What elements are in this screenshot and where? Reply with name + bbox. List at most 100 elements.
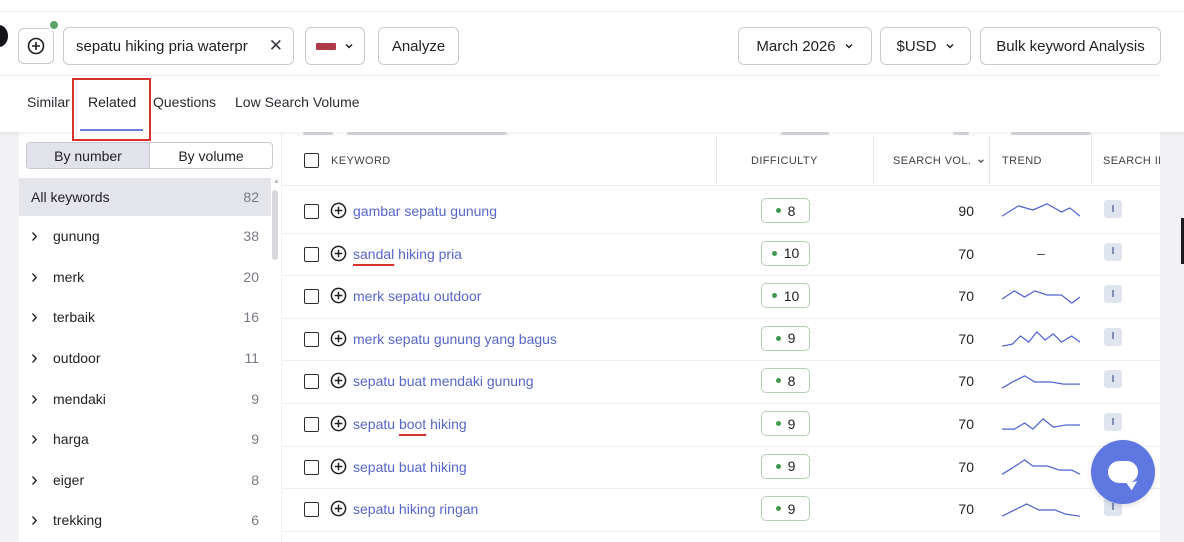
chevron-right-icon[interactable]: › [31, 348, 53, 368]
row-checkbox[interactable] [304, 459, 319, 475]
row-checkbox[interactable] [304, 374, 319, 390]
tab-similar[interactable]: Similar [27, 94, 70, 110]
row-checkbox[interactable] [304, 331, 319, 347]
chevron-down-icon [945, 43, 954, 49]
country-dropdown[interactable] [305, 27, 365, 65]
keyword-group-item[interactable]: › merk 20 [19, 257, 271, 298]
table-row[interactable]: merk sepatu outdoor 10 70 I [282, 276, 1160, 319]
column-divider [989, 136, 990, 185]
keyword-link[interactable]: merk sepatu outdoor [353, 288, 481, 304]
chevron-right-icon[interactable]: › [31, 307, 53, 327]
group-label: harga [53, 431, 89, 448]
status-dot [48, 19, 60, 31]
analyze-button[interactable]: Analyze [378, 27, 459, 65]
chevron-right-icon[interactable]: › [31, 389, 53, 409]
column-keyword[interactable]: KEYWORD [331, 136, 391, 185]
column-difficulty[interactable]: DIFFICULTY [751, 136, 818, 185]
currency-dropdown[interactable]: $USD [880, 27, 971, 65]
chevron-down-icon [845, 43, 853, 49]
column-search-intent[interactable]: SEARCH IN [1103, 136, 1167, 185]
table-row[interactable]: sepatu boot hiking 9 70 I [282, 404, 1160, 447]
group-label: gunung [53, 228, 100, 245]
keyword-group-item[interactable]: › harga 9 [19, 419, 271, 460]
difficulty-value: 9 [787, 330, 796, 347]
group-count: 6 [251, 512, 259, 529]
difficulty-value: 9 [787, 458, 796, 475]
header-divider [282, 185, 1160, 186]
keyword-link[interactable]: sepatu buat hiking [353, 459, 467, 475]
sort-by-number-option[interactable]: By number [27, 143, 149, 168]
keyword-group-item[interactable]: › terbaik 16 [19, 297, 271, 338]
table-row[interactable]: sepatu buat hiking970I [282, 447, 1160, 490]
tab-low-search-volume[interactable]: Low Search Volume [235, 94, 360, 110]
group-label: outdoor [53, 350, 101, 367]
group-all-keywords[interactable]: All keywords 82 [19, 178, 271, 216]
chevron-right-icon[interactable]: › [31, 429, 53, 449]
column-search-volume[interactable]: SEARCH VOL. [893, 136, 985, 185]
keyword-link[interactable]: sepatu hiking ringan [353, 501, 478, 517]
add-to-list-icon[interactable] [330, 372, 347, 389]
table-row[interactable]: sandal hiking pria 10 70 – I [282, 234, 1160, 277]
keyword-group-item[interactable]: › trekking 6 [19, 500, 271, 541]
tab-questions[interactable]: Questions [153, 94, 216, 110]
chat-bubble-icon [1108, 461, 1138, 483]
right-gutter [1160, 132, 1184, 542]
keyword-link[interactable]: sepatu boot hiking [353, 416, 467, 432]
column-trend[interactable]: TREND [1002, 136, 1042, 185]
chevron-right-icon[interactable]: › [31, 470, 53, 490]
table-row[interactable]: gambar sepatu gunung 8 90 I [282, 191, 1160, 234]
keyword-group-item[interactable]: › mendaki 9 [19, 378, 271, 419]
month-label: March 2026 [756, 37, 836, 55]
month-dropdown[interactable]: March 2026 [738, 27, 872, 65]
add-keyword-button[interactable] [18, 28, 54, 64]
add-to-list-icon[interactable] [330, 287, 347, 304]
sidebar-scrollbar[interactable] [272, 190, 278, 260]
group-count: 38 [243, 228, 259, 245]
close-icon[interactable]: ✕ [269, 36, 283, 56]
keyword-link[interactable]: merk sepatu gunung yang bagus [353, 331, 557, 347]
table-row[interactable]: sepatu hiking ringan 9 70 I [282, 489, 1160, 532]
add-to-list-icon[interactable] [330, 330, 347, 347]
group-label: mendaki [53, 390, 106, 407]
search-input-value[interactable]: sepatu hiking pria waterpr [76, 38, 263, 55]
keyword-group-item[interactable]: › outdoor 11 [19, 338, 271, 379]
keyword-link[interactable]: sepatu buat mendaki gunung [353, 373, 534, 389]
select-all-checkbox[interactable] [304, 153, 319, 168]
chevron-right-icon[interactable]: › [31, 510, 53, 530]
group-sort-toggle: By number By volume [26, 142, 273, 169]
row-checkbox[interactable] [304, 204, 319, 219]
add-to-list-icon[interactable] [330, 202, 347, 219]
keyword-group-item[interactable]: › eiger 8 [19, 460, 271, 501]
keyword-group-item[interactable]: › gunung 38 [19, 216, 271, 257]
row-checkbox[interactable] [304, 289, 319, 305]
table-header: KEYWORD DIFFICULTY SEARCH VOL. TREND SEA… [282, 136, 1166, 185]
keyword-link[interactable]: sandal hiking pria [353, 246, 462, 262]
add-to-list-icon[interactable] [330, 500, 347, 517]
search-volume-value: 70 [958, 373, 974, 390]
table-row[interactable]: sepatu buat mendaki gunung 8 70 I [282, 361, 1160, 404]
intent-badge: I [1104, 327, 1122, 346]
chevron-right-icon[interactable]: › [31, 267, 53, 287]
bulk-analysis-button[interactable]: Bulk keyword Analysis [980, 27, 1161, 65]
chevron-right-icon[interactable]: › [31, 226, 53, 246]
add-to-list-icon[interactable] [330, 458, 347, 475]
group-count: 20 [243, 268, 259, 285]
row-checkbox[interactable] [304, 502, 319, 518]
sort-by-volume-option[interactable]: By volume [149, 143, 272, 168]
difficulty-value: 8 [787, 372, 796, 389]
difficulty-dot-icon [775, 378, 781, 384]
search-volume-value: 90 [958, 203, 974, 219]
difficulty-dot-icon [775, 335, 781, 341]
trend-sparkline [1001, 203, 1081, 217]
trend-sparkline [1001, 375, 1080, 390]
chat-support-button[interactable] [1091, 440, 1155, 504]
table-row[interactable]: merk sepatu gunung yang bagus 9 70 I [282, 319, 1160, 362]
scroll-up-icon[interactable]: ▲ [273, 178, 280, 185]
row-checkbox[interactable] [304, 417, 319, 432]
add-to-list-icon[interactable] [330, 245, 347, 262]
row-checkbox[interactable] [304, 246, 319, 262]
search-volume-value: 70 [958, 416, 974, 432]
keyword-link[interactable]: gambar sepatu gunung [353, 203, 497, 219]
add-to-list-icon[interactable] [330, 415, 347, 432]
keyword-search-input[interactable]: sepatu hiking pria waterpr ✕ [63, 27, 294, 65]
